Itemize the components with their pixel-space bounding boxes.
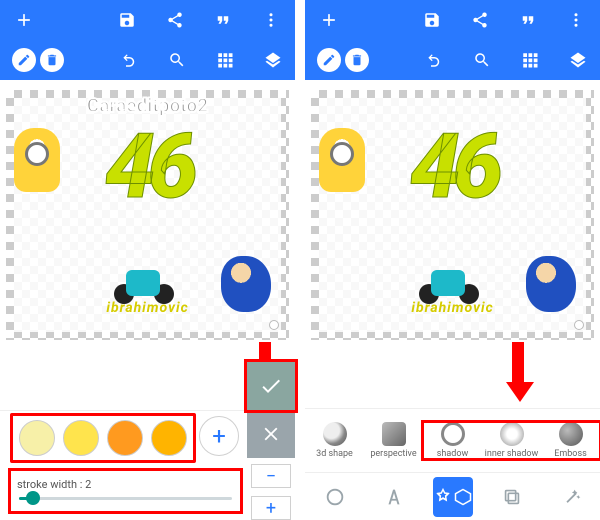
tool-magic[interactable] — [551, 477, 591, 517]
effect-icon — [382, 422, 406, 446]
artwork-caption: ibrahimovic — [411, 300, 493, 316]
effect-Emboss[interactable]: Emboss — [541, 422, 600, 459]
effect-icon — [441, 422, 465, 446]
stroke-plus-button[interactable]: + — [251, 496, 291, 520]
sonic-graphic — [526, 256, 576, 312]
artwork-layer[interactable]: Caraeditpoto2 46 ibrahimovic — [14, 98, 281, 332]
delete-icon[interactable] — [345, 48, 369, 72]
artwork-number: 46 — [410, 126, 495, 207]
quote-icon[interactable] — [213, 10, 233, 30]
effect-icon — [323, 422, 347, 446]
more-icon[interactable] — [566, 10, 586, 30]
resize-handle[interactable] — [574, 320, 584, 330]
share-icon[interactable] — [470, 10, 490, 30]
second-toolbar — [305, 40, 600, 80]
top-toolbar — [305, 0, 600, 40]
rider-graphic — [114, 254, 174, 304]
color-swatch[interactable] — [63, 420, 99, 456]
artwork-layer[interactable]: 46 ibrahimovic — [319, 98, 586, 332]
artwork-caption: ibrahimovic — [106, 300, 188, 316]
tool-fx[interactable] — [433, 477, 473, 517]
save-icon[interactable] — [422, 10, 442, 30]
grid-icon[interactable] — [520, 50, 540, 70]
layers-icon[interactable] — [263, 50, 283, 70]
effect-label: shadow — [437, 449, 468, 459]
color-swatch[interactable] — [151, 420, 187, 456]
zoom-icon[interactable] — [167, 50, 187, 70]
share-icon[interactable] — [165, 10, 185, 30]
stroke-width-row: stroke width : 2 − + — [0, 464, 295, 520]
grid-icon[interactable] — [215, 50, 235, 70]
annotation-arrow-icon — [506, 342, 530, 402]
stroke-minus-button[interactable]: − — [251, 464, 291, 488]
effect-icon — [500, 422, 524, 446]
add-icon[interactable] — [319, 10, 339, 30]
effect-perspective[interactable]: perspective — [364, 422, 423, 459]
effect-inner-shadow[interactable]: inner shadow — [482, 422, 541, 459]
resize-handle[interactable] — [269, 320, 279, 330]
tool-text[interactable] — [374, 477, 414, 517]
edit-icon[interactable] — [317, 48, 341, 72]
effect-shadow[interactable]: shadow — [423, 422, 482, 459]
add-icon[interactable] — [14, 10, 34, 30]
effects-row: 3d shape perspective shadow inner shadow Emb… — [305, 408, 600, 472]
tool-copy[interactable] — [492, 477, 532, 517]
add-color-button[interactable]: + — [199, 416, 239, 456]
edit-icon[interactable] — [12, 48, 36, 72]
panel-right: 46 ibrahimovic 3d shape perspective shadow… — [305, 0, 600, 520]
sonic-graphic — [221, 256, 271, 312]
stroke-slider[interactable] — [19, 497, 232, 500]
effect-label: 3d shape — [316, 449, 353, 459]
effect-label: Emboss — [554, 449, 586, 459]
stroke-width-label: stroke width : 2 — [17, 478, 91, 491]
top-toolbar — [0, 0, 295, 40]
effect-label: perspective — [370, 449, 416, 459]
tool-color[interactable] — [315, 477, 355, 517]
effect-icon — [559, 422, 583, 446]
cancel-button[interactable] — [247, 410, 295, 458]
undo-icon[interactable] — [424, 50, 444, 70]
quote-icon[interactable] — [518, 10, 538, 30]
undo-icon[interactable] — [119, 50, 139, 70]
confirm-button[interactable] — [247, 362, 295, 410]
panel-left: Caraeditpoto2 46 ibrahimovic — [0, 0, 295, 520]
minion-graphic — [14, 128, 60, 192]
color-swatch[interactable] — [107, 420, 143, 456]
delete-icon[interactable] — [40, 48, 64, 72]
save-icon[interactable] — [117, 10, 137, 30]
canvas-area[interactable]: 46 ibrahimovic — [311, 90, 594, 340]
artwork-number: 46 — [105, 126, 190, 207]
color-swatch[interactable] — [19, 420, 55, 456]
zoom-icon[interactable] — [472, 50, 492, 70]
more-icon[interactable] — [261, 10, 281, 30]
rider-graphic — [419, 254, 479, 304]
tool-strip — [305, 472, 600, 520]
layers-icon[interactable] — [568, 50, 588, 70]
canvas-area[interactable]: Caraeditpoto2 46 ibrahimovic — [6, 90, 289, 340]
effect-3d-shape[interactable]: 3d shape — [305, 422, 364, 459]
second-toolbar — [0, 40, 295, 80]
effect-label: inner shadow — [485, 449, 539, 459]
minion-graphic — [319, 128, 365, 192]
